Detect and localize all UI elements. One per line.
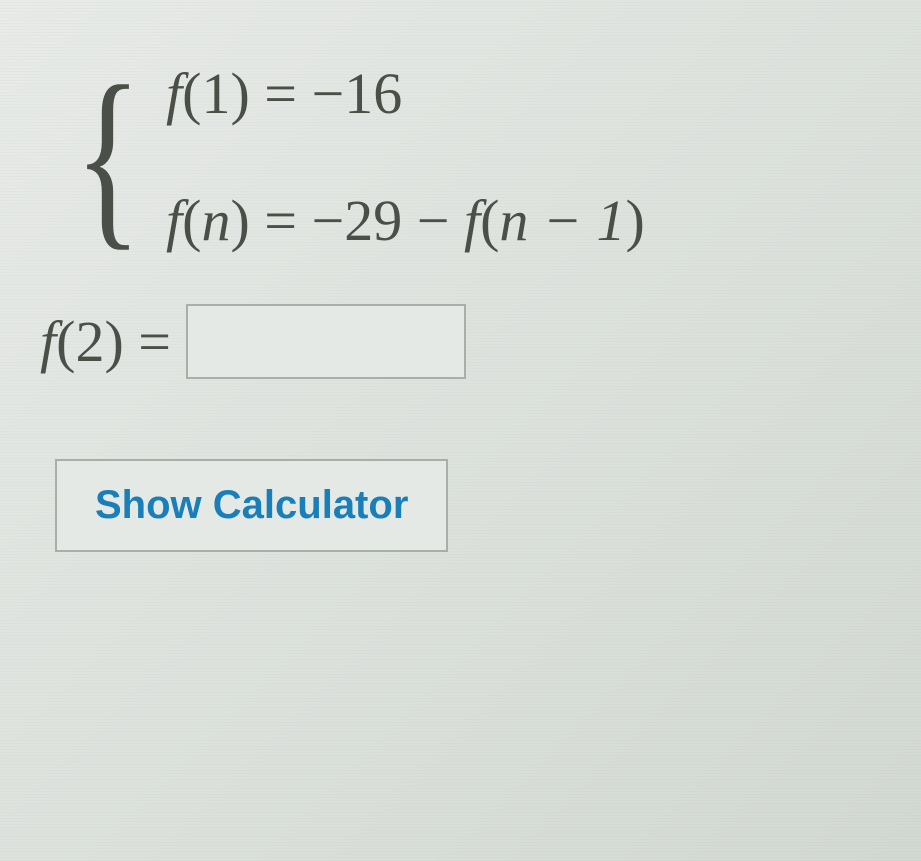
eq2-func: f xyxy=(166,188,182,253)
equation-2: f(n) = −29 − f(n − 1) xyxy=(166,187,645,254)
left-brace-icon: { xyxy=(74,72,141,242)
show-calculator-button[interactable]: Show Calculator xyxy=(55,459,448,552)
eq1-rhs: −16 xyxy=(312,61,403,126)
eq2-const: −29 xyxy=(312,188,403,253)
equation-1: f(1) = −16 xyxy=(166,60,645,127)
eq1-func: f xyxy=(166,61,182,126)
equations-group: f(1) = −16 f(n) = −29 − f(n − 1) xyxy=(166,60,645,254)
eq2-rfunc: f xyxy=(464,188,480,253)
eq2-rarg: n − 1 xyxy=(499,188,625,253)
q-arg: 2 xyxy=(75,309,104,374)
q-func: f xyxy=(40,309,56,374)
answer-row: f(2) = xyxy=(40,304,881,379)
eq1-arg: 1 xyxy=(201,61,230,126)
answer-label: f(2) = xyxy=(40,308,171,375)
piecewise-system: { f(1) = −16 f(n) = −29 − f(n − 1) xyxy=(60,60,881,254)
answer-input[interactable] xyxy=(186,304,466,379)
eq2-arg: n xyxy=(201,188,230,253)
